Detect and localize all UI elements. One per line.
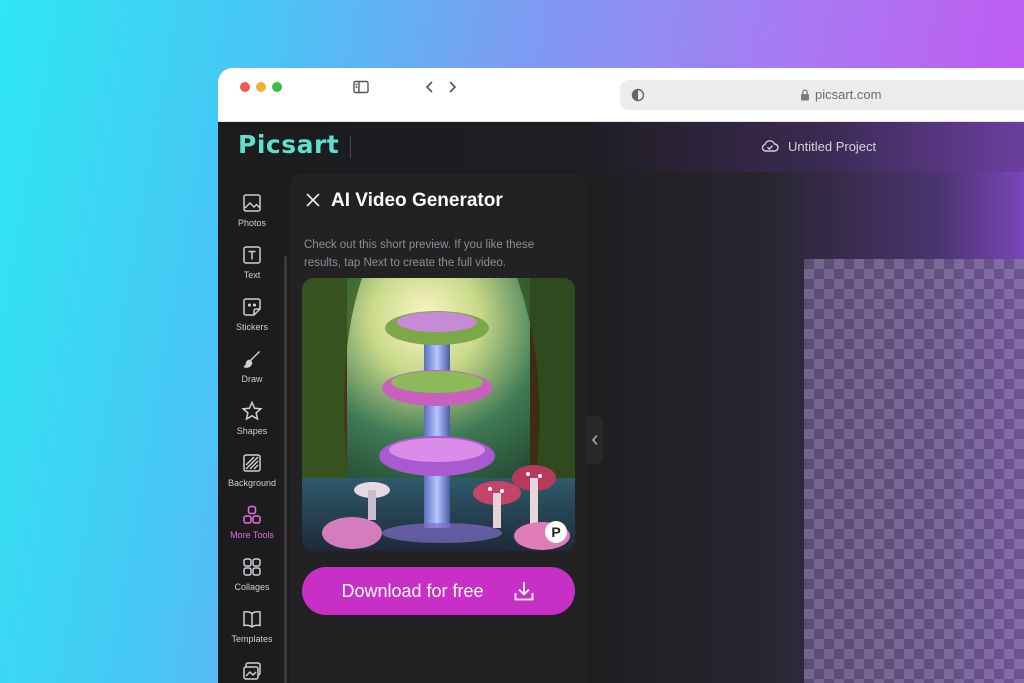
video-preview[interactable]: P (302, 278, 575, 551)
header-divider (350, 136, 351, 158)
tool-label: Collages (234, 582, 270, 592)
close-window-dot[interactable] (240, 82, 250, 92)
star-icon (241, 400, 263, 421)
browser-window: picsart.com Picsart Untitled Project Pho… (218, 68, 1024, 683)
tool-more-tools[interactable]: More Tools (218, 504, 286, 540)
cloud-check-icon (761, 140, 779, 152)
picsart-badge: P (545, 521, 567, 543)
app-header: Picsart Untitled Project (218, 122, 1024, 172)
collage-icon (243, 558, 261, 576)
tool-label: Shapes (236, 426, 268, 436)
sticker-icon (243, 298, 261, 316)
tool-label: Stickers (235, 322, 268, 332)
brush-icon (243, 350, 261, 368)
tool-rail: Photos Text Stickers Draw Shapes Backgro… (218, 172, 287, 683)
image-icon (243, 194, 261, 212)
tool-shapes[interactable]: Shapes (218, 400, 286, 436)
tool-label: Background (227, 478, 277, 488)
tool-photos[interactable]: Photos (218, 192, 286, 228)
tool-label: Text (243, 270, 261, 280)
picsart-logo[interactable]: Picsart (238, 130, 339, 159)
close-icon[interactable] (305, 192, 321, 208)
panel-description: Check out this short preview. If you lik… (304, 239, 535, 269)
tool-text[interactable]: Text (218, 244, 286, 280)
edit-images-icon (243, 662, 261, 680)
download-icon (514, 582, 533, 601)
download-button[interactable]: Download for free (302, 567, 575, 615)
tool-label: Templates (231, 634, 273, 644)
more-tools-icon (243, 505, 261, 524)
forward-arrow-icon[interactable] (444, 78, 460, 96)
tool-templates[interactable]: Templates (218, 608, 286, 644)
project-title[interactable]: Untitled Project (760, 138, 876, 154)
tool-stickers[interactable]: Stickers (218, 296, 286, 332)
mushroom-forest-image (302, 278, 575, 551)
tool-collages[interactable]: Collages (218, 556, 286, 592)
download-label: Download for free (341, 580, 484, 601)
address-bar[interactable]: picsart.com (620, 80, 1024, 110)
maximize-window-dot[interactable] (272, 82, 282, 92)
project-name: Untitled Project (788, 138, 877, 154)
url-text: picsart.com (815, 87, 882, 102)
book-icon (243, 611, 261, 628)
chevron-left-icon (591, 435, 598, 445)
lock-icon (801, 88, 809, 100)
tool-more[interactable] (218, 660, 286, 682)
back-arrow-icon[interactable] (422, 78, 438, 96)
panel-title: AI Video Generator (331, 190, 503, 211)
tool-draw[interactable]: Draw (218, 348, 286, 384)
tool-rail-scrollbar[interactable] (284, 256, 287, 683)
text-icon (243, 246, 261, 264)
background-icon (243, 454, 261, 472)
shield-icon[interactable] (630, 87, 646, 103)
tool-background[interactable]: Background (218, 452, 286, 488)
canvas-area[interactable] (586, 172, 1024, 683)
tool-label: Draw (241, 374, 263, 384)
sidebar-toggle-icon[interactable] (352, 78, 370, 96)
transparent-canvas[interactable] (804, 259, 1024, 683)
tool-label: Photos (237, 218, 267, 228)
collapse-panel-button[interactable] (586, 416, 603, 464)
minimize-window-dot[interactable] (256, 82, 266, 92)
ai-video-panel: AI Video Generator Check out this short … (290, 174, 586, 683)
browser-chrome: picsart.com (218, 68, 1024, 122)
tool-label: More Tools (230, 530, 274, 540)
